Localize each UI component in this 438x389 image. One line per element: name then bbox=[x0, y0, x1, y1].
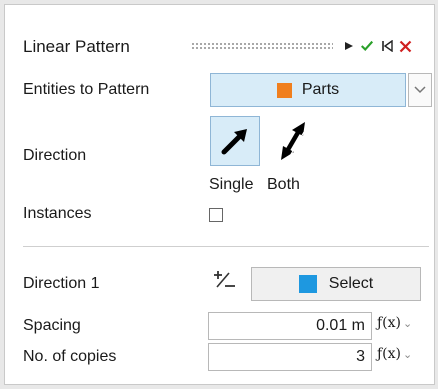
reverse-direction-icon[interactable] bbox=[213, 269, 237, 293]
parts-color-icon bbox=[276, 82, 292, 98]
parts-button-label: Parts bbox=[301, 81, 340, 98]
divider bbox=[23, 246, 429, 247]
entities-dropdown-button[interactable] bbox=[408, 73, 432, 107]
instances-label: Instances bbox=[23, 205, 92, 222]
copies-input[interactable]: 3 bbox=[208, 343, 372, 371]
parts-button[interactable]: Parts bbox=[210, 73, 406, 107]
drag-handle[interactable] bbox=[191, 42, 333, 51]
direction-single-button[interactable] bbox=[210, 116, 260, 166]
spacing-label: Spacing bbox=[23, 317, 81, 334]
direction1-select-button[interactable]: Select bbox=[251, 267, 421, 301]
copies-fx-button[interactable]: ƒ(x) ⌄ bbox=[377, 346, 412, 362]
check-icon[interactable] bbox=[360, 39, 374, 53]
copies-label: No. of copies bbox=[23, 348, 117, 365]
function-icon: ƒ(x) bbox=[377, 315, 402, 331]
close-icon[interactable] bbox=[398, 39, 412, 53]
panel-title: Linear Pattern bbox=[23, 37, 130, 56]
linear-pattern-panel: Linear Pattern Entities to Pattern Parts… bbox=[4, 4, 435, 385]
direction-single-label: Single bbox=[209, 176, 254, 193]
direction-both-button[interactable] bbox=[273, 116, 313, 166]
chevron-down-icon bbox=[414, 86, 426, 94]
direction-label: Direction bbox=[23, 147, 87, 164]
function-icon: ƒ(x) bbox=[377, 346, 402, 362]
direction-both-label: Both bbox=[267, 176, 300, 193]
chevron-down-icon: ⌄ bbox=[403, 348, 413, 361]
spacing-input[interactable]: 0.01 m bbox=[208, 312, 372, 340]
reset-icon[interactable] bbox=[380, 39, 394, 53]
select-color-icon bbox=[298, 275, 317, 293]
select-button-label: Select bbox=[328, 275, 374, 292]
instances-checkbox[interactable] bbox=[209, 208, 223, 222]
chevron-down-icon: ⌄ bbox=[403, 317, 413, 330]
single-arrow-icon bbox=[221, 129, 247, 155]
spacing-fx-button[interactable]: ƒ(x) ⌄ bbox=[377, 315, 412, 331]
play-icon[interactable] bbox=[342, 39, 356, 53]
direction1-label: Direction 1 bbox=[23, 275, 100, 292]
entities-label: Entities to Pattern bbox=[23, 81, 150, 98]
double-arrow-icon bbox=[281, 122, 305, 160]
